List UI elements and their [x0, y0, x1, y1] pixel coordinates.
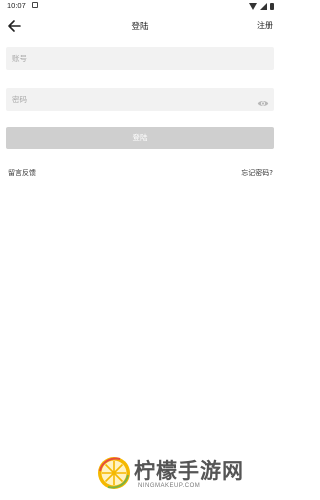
- account-field: [6, 47, 274, 70]
- title-bar: 登陆 注册: [0, 12, 280, 42]
- login-button[interactable]: 登陆: [6, 127, 274, 149]
- eye-icon: [257, 101, 269, 106]
- watermark-brand: 柠檬手游网: [134, 459, 244, 483]
- account-input[interactable]: [6, 47, 274, 70]
- battery-icon: [270, 2, 274, 10]
- password-input[interactable]: [6, 88, 274, 111]
- password-field: [6, 88, 274, 111]
- register-link[interactable]: 注册: [257, 20, 273, 31]
- status-time: 10:07: [7, 1, 26, 10]
- status-indicators: [249, 2, 274, 10]
- watermark: 柠檬手游网 NINGMAKEUP.COM: [96, 453, 276, 495]
- password-toggle-button[interactable]: [257, 94, 269, 106]
- page-title: 登陆: [131, 22, 149, 32]
- wifi-icon: [249, 2, 257, 10]
- forgot-password-link[interactable]: 忘记密码?: [241, 168, 273, 178]
- signal-icon: [260, 2, 267, 10]
- status-bar: 10:07: [0, 0, 280, 12]
- lemon-logo-icon: [98, 457, 130, 489]
- notification-icon: [32, 2, 38, 8]
- feedback-link[interactable]: 留言反馈: [8, 168, 36, 178]
- watermark-url: NINGMAKEUP.COM: [138, 483, 201, 489]
- login-screen: 10:07 登陆 注册 登陆 留言反馈 忘记密码?: [0, 0, 280, 500]
